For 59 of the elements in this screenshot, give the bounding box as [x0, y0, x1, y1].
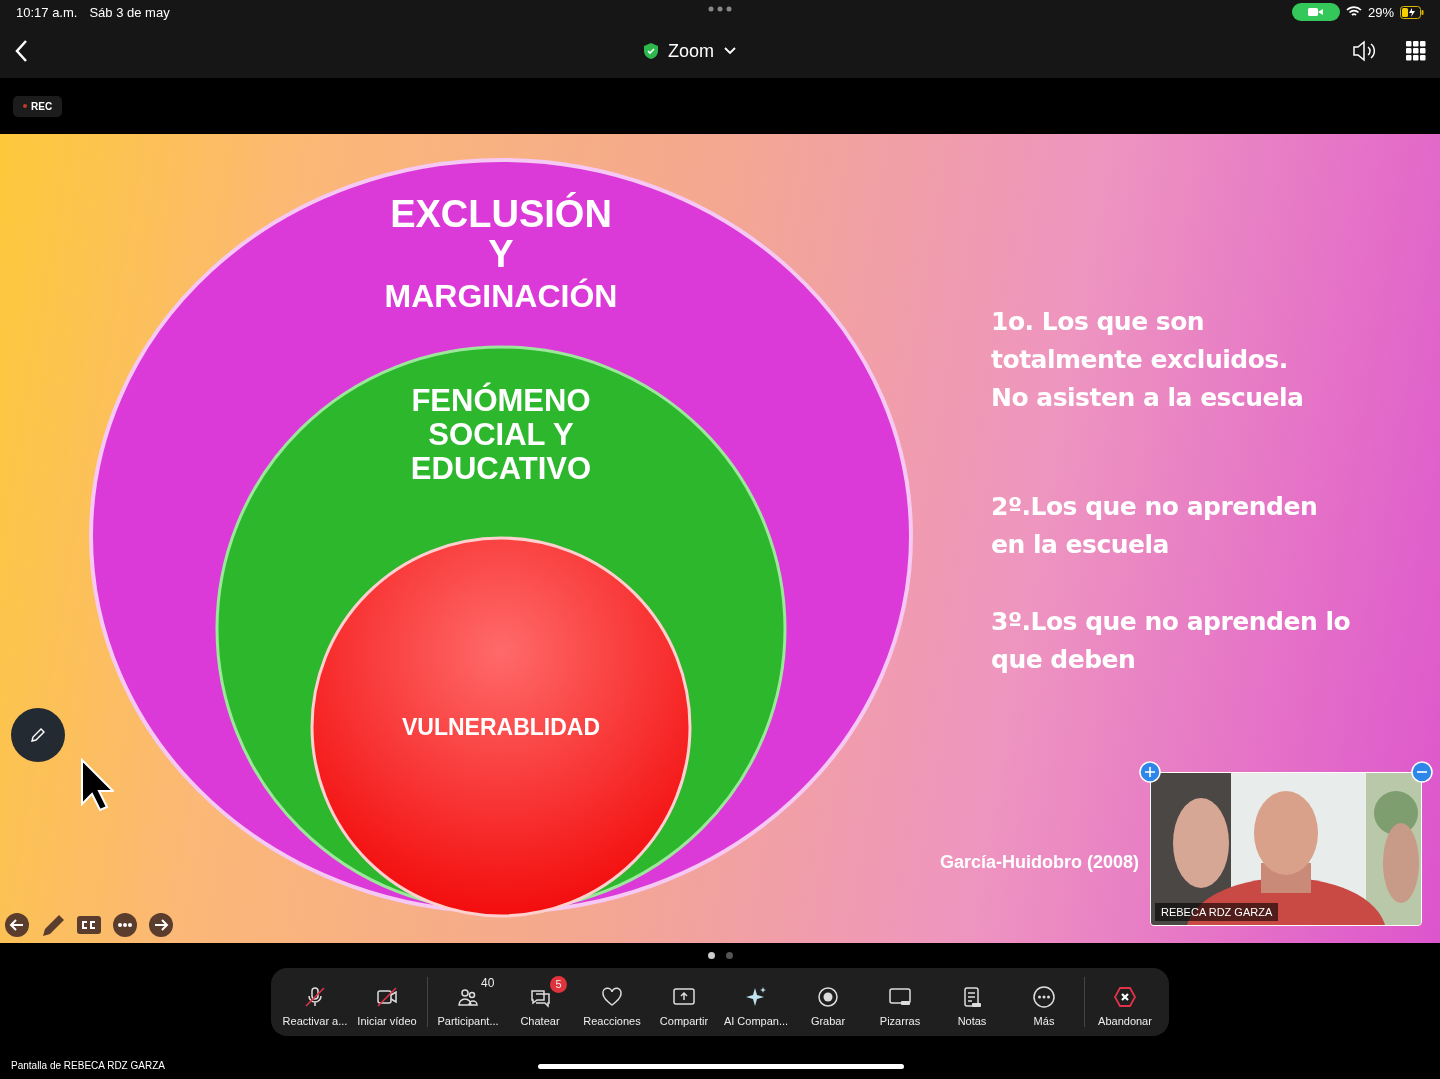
- enlarge-icon[interactable]: [1139, 761, 1161, 783]
- circle-label: EXCLUSIÓN: [390, 193, 612, 235]
- toolbar-button[interactable]: Más: [1008, 975, 1080, 1029]
- wifi-icon: [1345, 6, 1362, 18]
- toolbar-button[interactable]: Iniciar vídeo: [351, 975, 423, 1029]
- slide-citation: García-Huidobro (2008): [940, 852, 1140, 873]
- recording-badge: REC: [13, 95, 63, 117]
- camera-icon: [375, 984, 399, 1009]
- speaker-icon[interactable]: [1352, 40, 1376, 62]
- screen-share-label: Pantalla de REBECA RDZ GARZA: [11, 1060, 165, 1071]
- pencil-icon[interactable]: [40, 912, 66, 938]
- circle-label: VULNERABLIDAD: [401, 714, 601, 740]
- back-icon[interactable]: [14, 39, 28, 63]
- page-dot[interactable]: [725, 952, 733, 959]
- record-icon: [816, 984, 840, 1009]
- toolbar-button[interactable]: Reacciones: [576, 975, 648, 1029]
- slide-paragraph: 1o. Los que son totalmente excluidos. No asisten a la escuela: [991, 306, 1304, 414]
- more-icon: [1032, 984, 1056, 1009]
- circle-label: Y: [488, 233, 514, 275]
- camera-indicator: [1291, 3, 1340, 21]
- status-time: 10:17 a.m.: [16, 4, 78, 20]
- cursor-icon: [80, 758, 114, 814]
- participant-name: REBECA RDZ GARZA: [1155, 903, 1279, 921]
- toolbar-button[interactable]: Abandonar: [1089, 975, 1161, 1029]
- status-date: Sáb 3 de may: [89, 4, 170, 20]
- circle-label: SOCIAL Y: [428, 417, 574, 452]
- participant-count: 40: [481, 975, 495, 990]
- pencil-icon: [29, 726, 47, 744]
- battery-percent: 29%: [1367, 4, 1394, 20]
- battery-icon: [1400, 5, 1424, 19]
- shrink-icon[interactable]: [1411, 761, 1433, 783]
- circle-label: EDUCATIVO: [410, 451, 592, 486]
- previous-icon[interactable]: [4, 912, 30, 938]
- heart-icon: [600, 984, 624, 1009]
- toolbar-button[interactable]: Pizarras: [864, 975, 936, 1029]
- toolbar-button[interactable]: Reactivar a...: [279, 975, 351, 1029]
- meeting-title[interactable]: Zoom: [668, 40, 714, 62]
- toolbar-button[interactable]: Grabar: [792, 975, 864, 1029]
- toolbar-button[interactable]: Compartir: [648, 975, 720, 1029]
- annotate-button[interactable]: [11, 708, 65, 762]
- circle-label: MARGINACIÓN: [384, 278, 618, 314]
- shield-icon: [644, 43, 658, 59]
- toolbar-button[interactable]: AI Compan...: [720, 975, 792, 1029]
- toolbar-button[interactable]: 40 Participant...: [432, 975, 504, 1029]
- slide-paragraph: 3º.Los que no aprenden lo que deben: [991, 606, 1351, 676]
- video-thumbnail[interactable]: REBECA RDZ GARZA: [1150, 772, 1422, 926]
- leave-icon: [1113, 984, 1137, 1009]
- circle-label: FENÓMENO: [411, 383, 591, 418]
- more-icon[interactable]: [708, 6, 732, 12]
- page-dot[interactable]: [707, 952, 715, 959]
- slide-paragraph: 2º.Los que no aprenden en la escuela: [991, 491, 1318, 561]
- toolbar-button[interactable]: 5 Chatear: [504, 975, 576, 1029]
- toolbar-button[interactable]: Notas: [936, 975, 1008, 1029]
- caret-icon[interactable]: [724, 47, 736, 55]
- grid-icon[interactable]: [1406, 41, 1426, 61]
- microphone-icon: [303, 984, 327, 1009]
- next-icon[interactable]: [148, 912, 174, 938]
- more-icon[interactable]: [112, 912, 138, 938]
- unread-badge: 5: [550, 975, 567, 993]
